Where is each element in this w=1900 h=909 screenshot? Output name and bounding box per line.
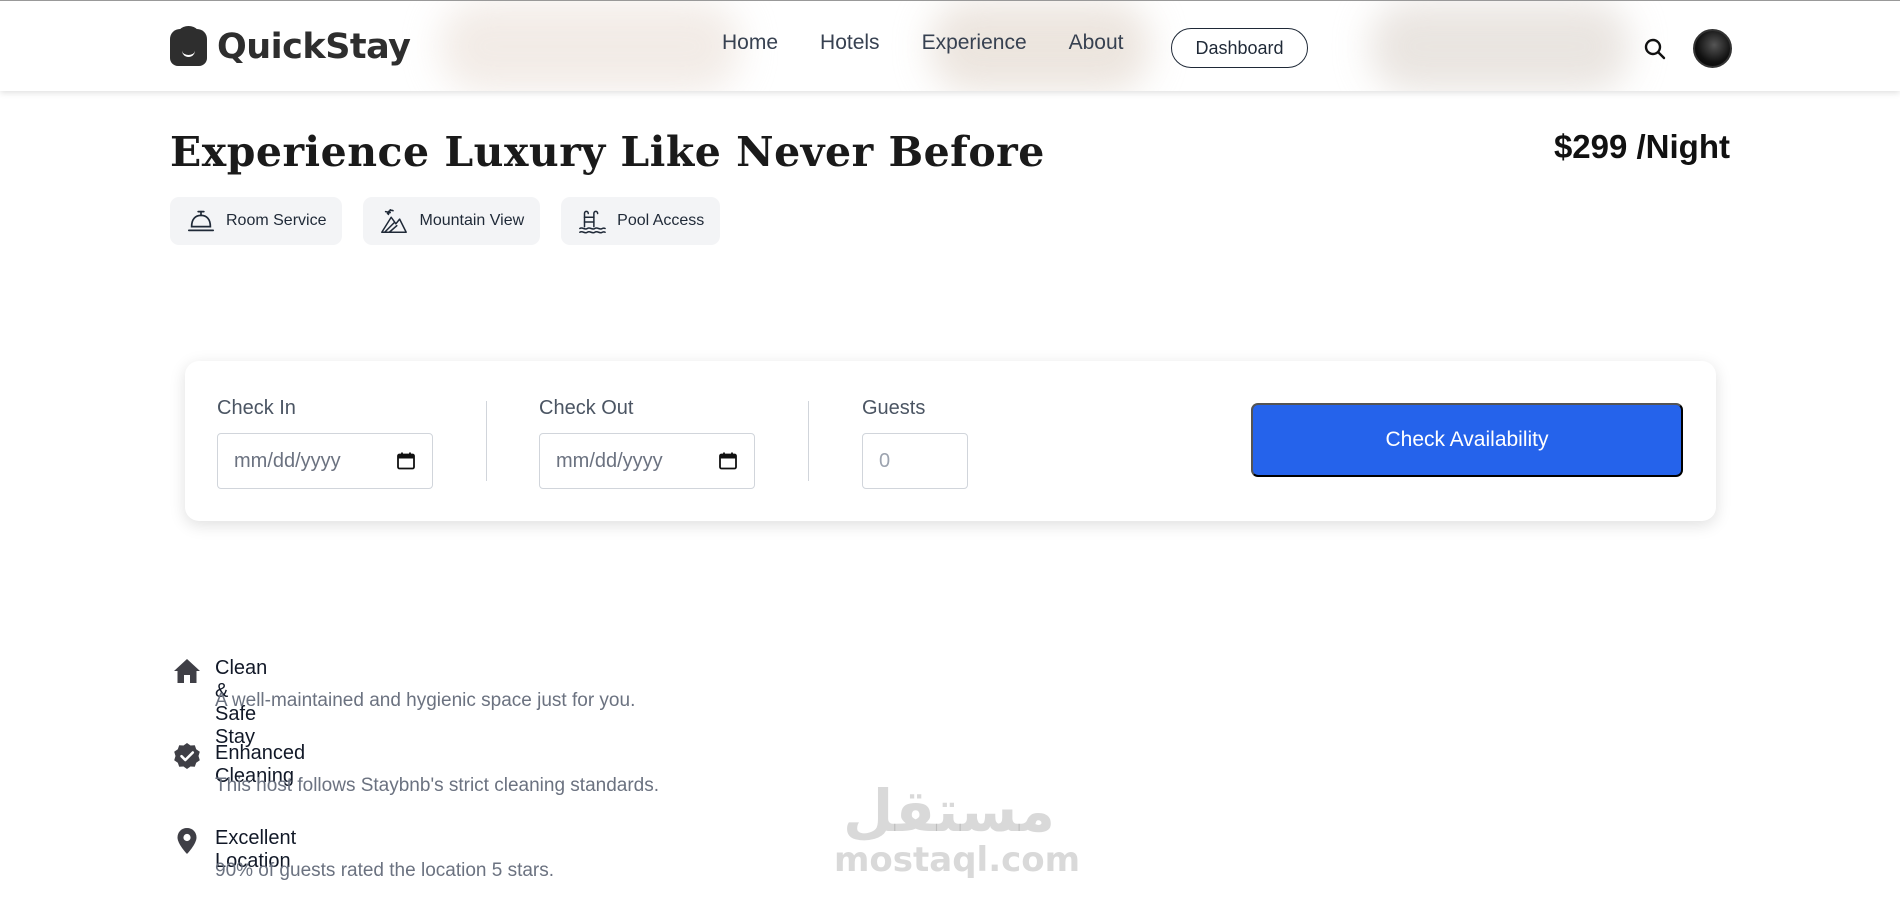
guests-input[interactable]: 0: [862, 433, 968, 489]
nav-background-blur: [1370, 1, 1630, 91]
feature-description: A well-maintained and hygienic space jus…: [215, 690, 636, 711]
amenity-chip: Mountain View: [363, 197, 541, 245]
logo-mark-icon: [170, 25, 207, 66]
checkout-placeholder: mm/dd/yyyy: [556, 449, 663, 472]
nav-link-about[interactable]: About: [1069, 31, 1124, 55]
dashboard-button[interactable]: Dashboard: [1171, 28, 1308, 68]
checkout-field: Check Out mm/dd/yyyy: [539, 397, 755, 489]
guests-placeholder: 0: [879, 449, 891, 472]
check-availability-button[interactable]: Check Availability: [1251, 403, 1683, 477]
navbar: QuickStay Home Hotels Experience About D…: [0, 0, 1900, 91]
guests-label: Guests: [862, 397, 926, 419]
calendar-icon[interactable]: [718, 451, 738, 471]
home-icon: [174, 659, 200, 683]
nav-link-hotels[interactable]: Hotels: [820, 31, 880, 55]
brand-logo[interactable]: QuickStay: [170, 25, 411, 69]
bell-icon: [187, 210, 215, 232]
main-nav: Home Hotels Experience About: [722, 31, 1124, 55]
amenity-label: Room Service: [226, 212, 327, 229]
mountain-icon: [381, 209, 408, 233]
amenity-label: Pool Access: [617, 212, 705, 229]
checkout-date-input[interactable]: mm/dd/yyyy: [539, 433, 755, 489]
nav-link-home[interactable]: Home: [722, 31, 778, 55]
search-icon[interactable]: [1643, 37, 1667, 61]
amenity-chip: Room Service: [170, 197, 343, 245]
pool-icon: [579, 210, 607, 234]
page-title: Experience Luxury Like Never Before: [170, 128, 1045, 176]
price-per-night: $299 /Night: [1553, 128, 1730, 165]
field-divider: [808, 401, 809, 481]
checkout-label: Check Out: [539, 397, 634, 419]
location-pin-icon: [177, 828, 197, 854]
guests-field: Guests 0: [862, 397, 968, 489]
badge-check-icon: [174, 743, 200, 769]
avatar[interactable]: [1693, 29, 1732, 68]
feature-description: 90% of guests rated the location 5 stars…: [215, 860, 555, 881]
amenity-chip: Pool Access: [561, 197, 721, 245]
amenity-list: Room Service Mountain View Pool Access: [170, 197, 721, 245]
booking-form: Check In mm/dd/yyyy Check Out mm/dd/yyyy: [185, 361, 1716, 521]
calendar-icon[interactable]: [396, 451, 416, 471]
checkin-label: Check In: [217, 397, 296, 419]
feature-description: This host follows Staybnb's strict clean…: [215, 775, 660, 796]
checkin-field: Check In mm/dd/yyyy: [217, 397, 433, 489]
field-divider: [486, 401, 487, 481]
amenity-label: Mountain View: [419, 212, 525, 229]
checkin-placeholder: mm/dd/yyyy: [234, 449, 341, 472]
nav-background-blur: [440, 1, 740, 91]
watermark: مستقل mostaql.com: [834, 777, 1081, 880]
watermark-latin: mostaql.com: [834, 840, 1081, 880]
watermark-arabic: مستقل: [842, 777, 1056, 845]
checkin-date-input[interactable]: mm/dd/yyyy: [217, 433, 433, 489]
nav-link-experience[interactable]: Experience: [922, 31, 1027, 55]
brand-name: QuickStay: [217, 27, 411, 67]
